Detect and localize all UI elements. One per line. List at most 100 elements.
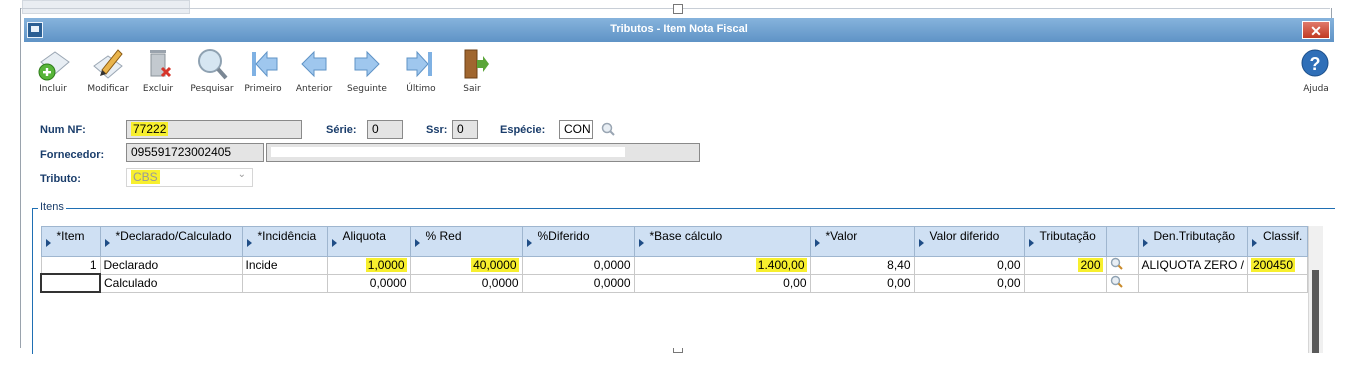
- lookup-icon[interactable]: [1110, 275, 1123, 288]
- cell-valor-diferido[interactable]: 0,00: [913, 273, 1025, 293]
- serie-field[interactable]: 0: [367, 120, 403, 139]
- modificar-label: Modificar: [87, 84, 129, 94]
- col-header-aliquota[interactable]: Aliquota: [326, 226, 411, 257]
- col-header-den-tributacao[interactable]: Den.Tributação: [1137, 226, 1248, 257]
- cell-red[interactable]: 40,0000: [409, 256, 523, 275]
- anterior-button[interactable]: Anterior: [287, 44, 341, 100]
- last-record-icon: [406, 50, 432, 78]
- cell-diferido[interactable]: 0,0000: [521, 256, 635, 275]
- redacted-box: [271, 147, 625, 157]
- edit-icon: [93, 49, 123, 79]
- ajuda-button[interactable]: ? Ajuda: [1282, 44, 1336, 100]
- col-header-diferido[interactable]: %Diferido: [521, 226, 635, 257]
- col-header-incidencia[interactable]: *Incidência: [241, 226, 328, 257]
- cell-lookup[interactable]: [1105, 256, 1139, 275]
- previous-record-icon: [301, 50, 327, 78]
- resize-handle-top[interactable]: [673, 4, 683, 14]
- window-title: Tributos - Item Nota Fiscal: [610, 23, 748, 35]
- col-header-base[interactable]: *Base cálculo: [633, 226, 811, 257]
- fornecedor-code-field[interactable]: 095591723002405: [126, 143, 264, 162]
- cell-diferido[interactable]: 0,0000: [521, 273, 635, 293]
- pesquisar-button[interactable]: Pesquisar: [185, 44, 239, 100]
- cell-declarado[interactable]: Calculado: [99, 273, 243, 293]
- itens-table: *Item *Declarado/Calculado *Incidência A…: [40, 226, 1308, 293]
- table-row[interactable]: 1 Declarado Incide 1,0000 40,0000 0,0000…: [40, 256, 1308, 275]
- cell-tributacao-value: 200: [1078, 258, 1103, 273]
- cell-valor-diferido[interactable]: 0,00: [913, 256, 1025, 275]
- seguinte-label: Seguinte: [347, 84, 387, 94]
- table-header-row: *Item *Declarado/Calculado *Incidência A…: [40, 226, 1308, 257]
- toolbar: Incluir Modificar Excluir Pesquisar Prim…: [24, 44, 1334, 102]
- sair-button[interactable]: Sair: [445, 44, 499, 100]
- vertical-scrollbar[interactable]: [1308, 226, 1323, 353]
- ajuda-label: Ajuda: [1303, 84, 1329, 94]
- cell-valor[interactable]: 8,40: [809, 256, 915, 275]
- cell-den-tributacao[interactable]: ALIQUOTA ZERO /: [1137, 256, 1248, 275]
- cell-item[interactable]: 1: [40, 256, 101, 275]
- table-row[interactable]: Calculado 0,0000 0,0000 0,0000 0,00 0,00…: [40, 273, 1308, 293]
- especie-label: Espécie:: [500, 124, 546, 136]
- cell-aliquota[interactable]: 1,0000: [326, 256, 411, 275]
- fornecedor-name-field[interactable]: [266, 143, 700, 162]
- col-header-classif[interactable]: Classif.: [1246, 226, 1308, 257]
- cell-tributacao[interactable]: [1023, 273, 1107, 293]
- cell-red-value: 40,0000: [471, 258, 519, 273]
- cell-declarado[interactable]: Declarado: [99, 256, 243, 275]
- ssr-field[interactable]: 0: [452, 120, 478, 139]
- col-header-valor[interactable]: *Valor: [809, 226, 915, 257]
- incluir-label: Incluir: [39, 84, 67, 94]
- seguinte-button[interactable]: Seguinte: [340, 44, 394, 100]
- excluir-button[interactable]: Excluir: [131, 44, 185, 100]
- cell-lookup[interactable]: [1105, 273, 1139, 293]
- col-header-declarado[interactable]: *Declarado/Calculado: [99, 226, 243, 257]
- exit-door-icon: [464, 49, 489, 79]
- cell-base[interactable]: 1.400,00: [633, 256, 811, 275]
- svg-text:?: ?: [1310, 54, 1321, 74]
- cell-classif-value: 200450: [1250, 258, 1296, 273]
- cell-classif[interactable]: 200450: [1246, 256, 1308, 275]
- itens-group-title: Itens: [38, 201, 66, 213]
- excluir-label: Excluir: [142, 84, 174, 94]
- cell-tributacao[interactable]: 200: [1023, 256, 1107, 275]
- pesquisar-label: Pesquisar: [190, 84, 234, 94]
- col-header-item[interactable]: *Item: [40, 226, 101, 257]
- chevron-down-icon: ⌄: [237, 169, 246, 180]
- lookup-icon[interactable]: [1110, 257, 1123, 270]
- cell-aliquota-value: 1,0000: [365, 258, 407, 273]
- cell-item[interactable]: [40, 273, 101, 293]
- tributo-select[interactable]: CBS ⌄: [126, 168, 253, 187]
- cell-aliquota[interactable]: 0,0000: [326, 273, 411, 293]
- trash-icon: [150, 50, 172, 78]
- num-nf-field[interactable]: 77222: [126, 120, 302, 139]
- ultimo-button[interactable]: Último: [394, 44, 448, 100]
- ssr-label: Ssr:: [426, 124, 448, 136]
- cell-classif[interactable]: [1246, 273, 1308, 293]
- primeiro-label: Primeiro: [244, 84, 282, 94]
- first-record-icon: [252, 50, 278, 78]
- help-icon: ?: [1301, 49, 1329, 77]
- especie-lookup-icon[interactable]: [601, 122, 615, 136]
- cell-den-tributacao[interactable]: [1137, 273, 1248, 293]
- cell-base-value: 1.400,00: [755, 258, 807, 273]
- serie-label: Série:: [326, 124, 357, 136]
- sair-label: Sair: [463, 84, 481, 94]
- col-header-lookup[interactable]: [1105, 226, 1139, 257]
- num-nf-value: 77222: [131, 122, 169, 136]
- add-document-icon: [38, 51, 70, 81]
- especie-field[interactable]: CON: [559, 120, 593, 139]
- cell-base[interactable]: 0,00: [633, 273, 811, 293]
- cell-incidencia[interactable]: [241, 273, 328, 293]
- scrollbar-thumb[interactable]: [1312, 270, 1319, 353]
- title-bar[interactable]: Tributos - Item Nota Fiscal ✕: [24, 18, 1334, 42]
- incluir-button[interactable]: Incluir: [26, 44, 80, 100]
- cell-valor[interactable]: 0,00: [809, 273, 915, 293]
- col-header-valor-diferido[interactable]: Valor diferido: [913, 226, 1025, 257]
- col-header-red[interactable]: % Red: [409, 226, 523, 257]
- primeiro-button[interactable]: Primeiro: [236, 44, 290, 100]
- cell-incidencia[interactable]: Incide: [241, 256, 328, 275]
- search-icon: [198, 49, 228, 80]
- col-header-tributacao[interactable]: Tributação: [1023, 226, 1107, 257]
- close-button[interactable]: ✕: [1302, 21, 1330, 39]
- modificar-button[interactable]: Modificar: [81, 44, 135, 100]
- cell-red[interactable]: 0,0000: [409, 273, 523, 293]
